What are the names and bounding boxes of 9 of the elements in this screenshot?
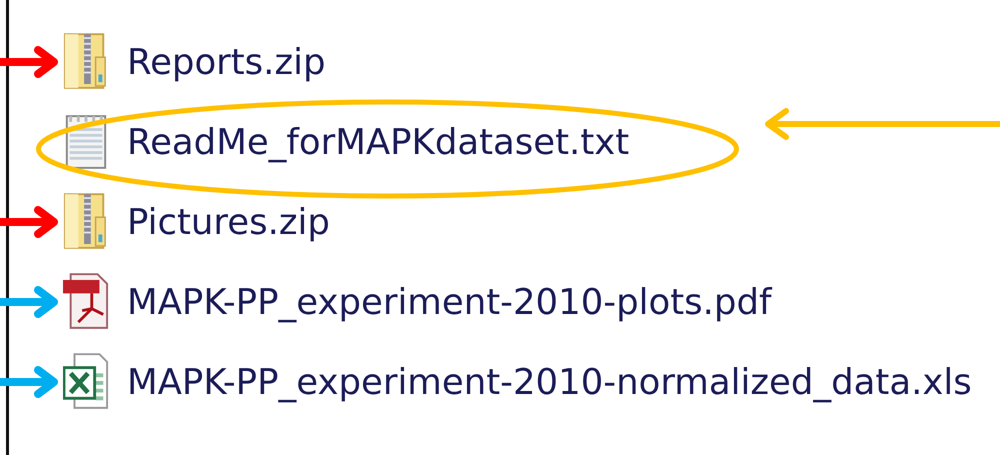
text-document-icon <box>63 112 109 172</box>
file-name[interactable]: Reports.zip <box>127 42 326 82</box>
spreadsheet-icon <box>63 352 109 412</box>
zip-folder-icon <box>63 192 109 252</box>
zip-folder-icon <box>63 32 109 92</box>
file-name[interactable]: MAPK-PP_experiment-2010-normalized_data.xls <box>127 362 972 402</box>
file-name[interactable]: MAPK-PP_experiment-2010-plots.pdf <box>127 282 772 322</box>
pdf-document-icon <box>63 272 109 332</box>
file-name[interactable]: Pictures.zip <box>127 202 330 242</box>
